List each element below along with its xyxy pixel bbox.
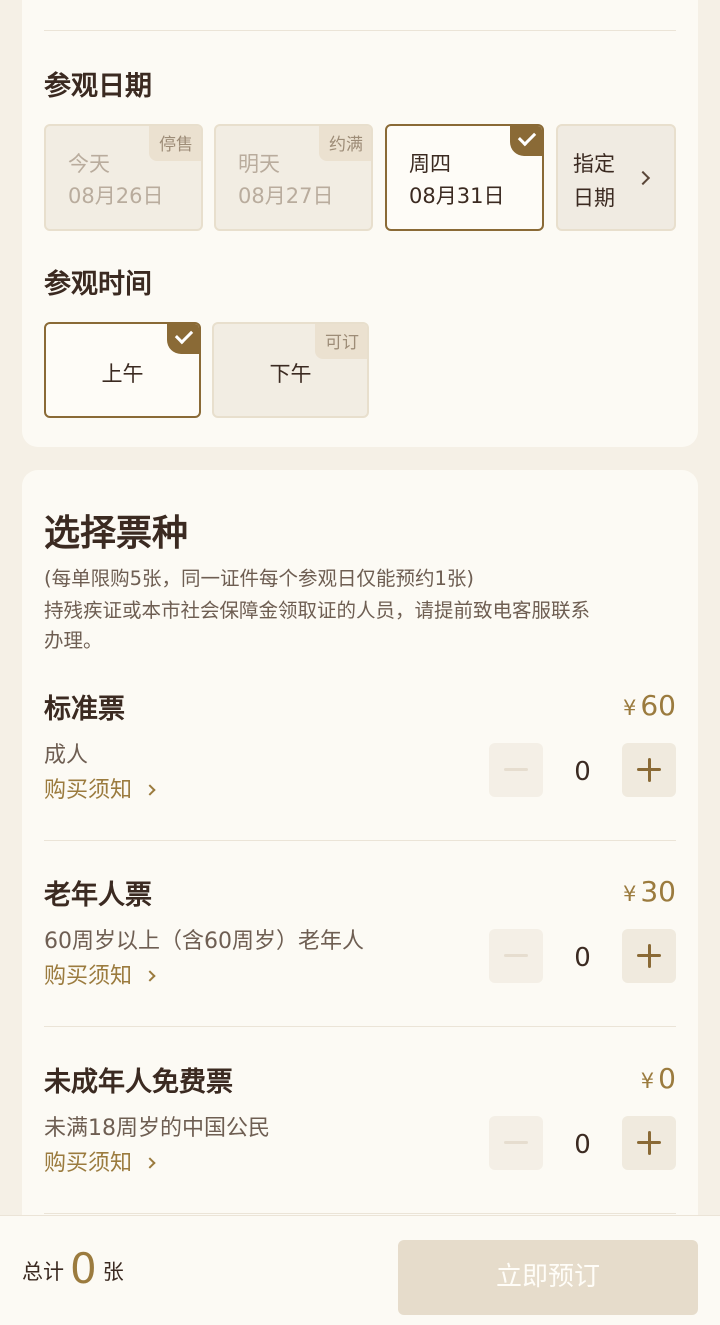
chevron-right-icon xyxy=(144,1157,156,1169)
quantity-value: 0 xyxy=(574,757,591,787)
time-label: 下午 xyxy=(269,362,312,386)
pick-date-button[interactable]: 指定 日期 xyxy=(556,124,676,231)
total-unit: 张 xyxy=(102,1260,124,1284)
ticket-price: ¥30 xyxy=(623,875,676,908)
increase-button[interactable] xyxy=(622,743,676,797)
notice-line: 办理。 xyxy=(44,629,103,652)
decrease-button[interactable] xyxy=(489,929,543,983)
purchase-notice-link[interactable]: 购买须知 xyxy=(44,772,156,804)
ticket-standard: 标准票 ¥60 成人 购买须知 0 xyxy=(22,687,698,873)
divider xyxy=(44,30,676,31)
divider xyxy=(44,1213,676,1214)
date-value: 08月31日 xyxy=(409,184,505,208)
divider xyxy=(44,1026,676,1027)
increase-button[interactable] xyxy=(622,1116,676,1170)
ticket-name: 老年人票 xyxy=(44,880,152,911)
divider xyxy=(44,840,676,841)
chevron-right-icon xyxy=(635,170,651,186)
ticket-price: ¥60 xyxy=(623,689,676,722)
quantity-value: 0 xyxy=(574,1130,591,1160)
status-badge: 约满 xyxy=(319,126,371,161)
currency-symbol: ¥ xyxy=(640,1069,655,1093)
notice-line: (每单限购5张，同一证件每个参观日仅能预约1张) xyxy=(44,567,475,590)
purchase-notice-label: 购买须知 xyxy=(44,964,133,989)
minus-icon xyxy=(504,1141,528,1144)
status-badge: 停售 xyxy=(149,126,201,161)
decrease-button[interactable] xyxy=(489,743,543,797)
ticket-name: 未成年人免费票 xyxy=(44,1067,233,1098)
quantity-value: 0 xyxy=(574,943,591,973)
purchase-notice-label: 购买须知 xyxy=(44,1151,133,1176)
date-value: 08月27日 xyxy=(238,184,334,208)
total-count: 总计 0 张 xyxy=(22,1244,124,1293)
ticket-selection-card: 选择票种 (每单限购5张，同一证件每个参观日仅能预约1张) 持残疾证或本市社会保… xyxy=(22,470,698,1325)
ticket-description: 未满18周岁的中国公民 xyxy=(44,1116,270,1141)
date-day: 周四 xyxy=(409,152,451,176)
date-option-thursday[interactable]: 周四 08月31日 xyxy=(385,124,544,231)
date-day: 今天 xyxy=(68,152,110,176)
time-option-morning[interactable]: 上午 xyxy=(44,322,201,418)
ticket-name: 标准票 xyxy=(44,694,125,725)
check-icon xyxy=(510,126,542,156)
pick-date-label-1: 指定 xyxy=(573,152,615,176)
book-now-button[interactable]: 立即预订 xyxy=(398,1240,698,1315)
currency-symbol: ¥ xyxy=(622,882,637,906)
chevron-right-icon xyxy=(144,970,156,982)
minus-icon xyxy=(504,768,528,771)
pick-date-label-2: 日期 xyxy=(573,186,615,210)
date-option-today[interactable]: 今天 08月26日 停售 xyxy=(44,124,203,231)
time-option-afternoon[interactable]: 下午 可订 xyxy=(212,322,369,418)
chevron-right-icon xyxy=(144,784,156,796)
visit-selection-card: 参观日期 今天 08月26日 停售 明天 08月27日 约满 周四 08月31日… xyxy=(22,0,698,447)
currency-symbol: ¥ xyxy=(622,696,637,720)
price-value: 0 xyxy=(658,1062,676,1095)
date-day: 明天 xyxy=(238,152,280,176)
total-number: 0 xyxy=(70,1244,97,1293)
visit-date-title: 参观日期 xyxy=(44,71,152,102)
price-value: 30 xyxy=(640,875,676,908)
ticket-price: ¥0 xyxy=(641,1062,676,1095)
date-option-tomorrow[interactable]: 明天 08月27日 约满 xyxy=(214,124,373,231)
price-value: 60 xyxy=(640,689,676,722)
increase-button[interactable] xyxy=(622,929,676,983)
date-value: 08月26日 xyxy=(68,184,164,208)
purchase-notice-link[interactable]: 购买须知 xyxy=(44,958,156,990)
check-icon xyxy=(167,324,199,354)
purchase-notice-label: 购买须知 xyxy=(44,778,133,803)
ticket-description: 60周岁以上（含60周岁）老年人 xyxy=(44,929,364,954)
total-prefix: 总计 xyxy=(22,1260,64,1284)
visit-time-title: 参观时间 xyxy=(44,269,152,300)
decrease-button[interactable] xyxy=(489,1116,543,1170)
time-label: 上午 xyxy=(101,362,144,386)
ticket-description: 成人 xyxy=(44,743,89,768)
purchase-notice-link[interactable]: 购买须知 xyxy=(44,1145,156,1177)
ticket-senior: 老年人票 ¥30 60周岁以上（含60周岁）老年人 购买须知 0 xyxy=(22,873,698,1059)
notice-line: 持残疾证或本市社会保障金领取证的人员，请提前致电客服联系 xyxy=(44,599,591,622)
minus-icon xyxy=(504,954,528,957)
status-badge: 可订 xyxy=(315,324,367,359)
ticket-section-title: 选择票种 xyxy=(44,512,189,554)
bottom-bar: 总计 0 张 立即预订 xyxy=(0,1215,720,1325)
